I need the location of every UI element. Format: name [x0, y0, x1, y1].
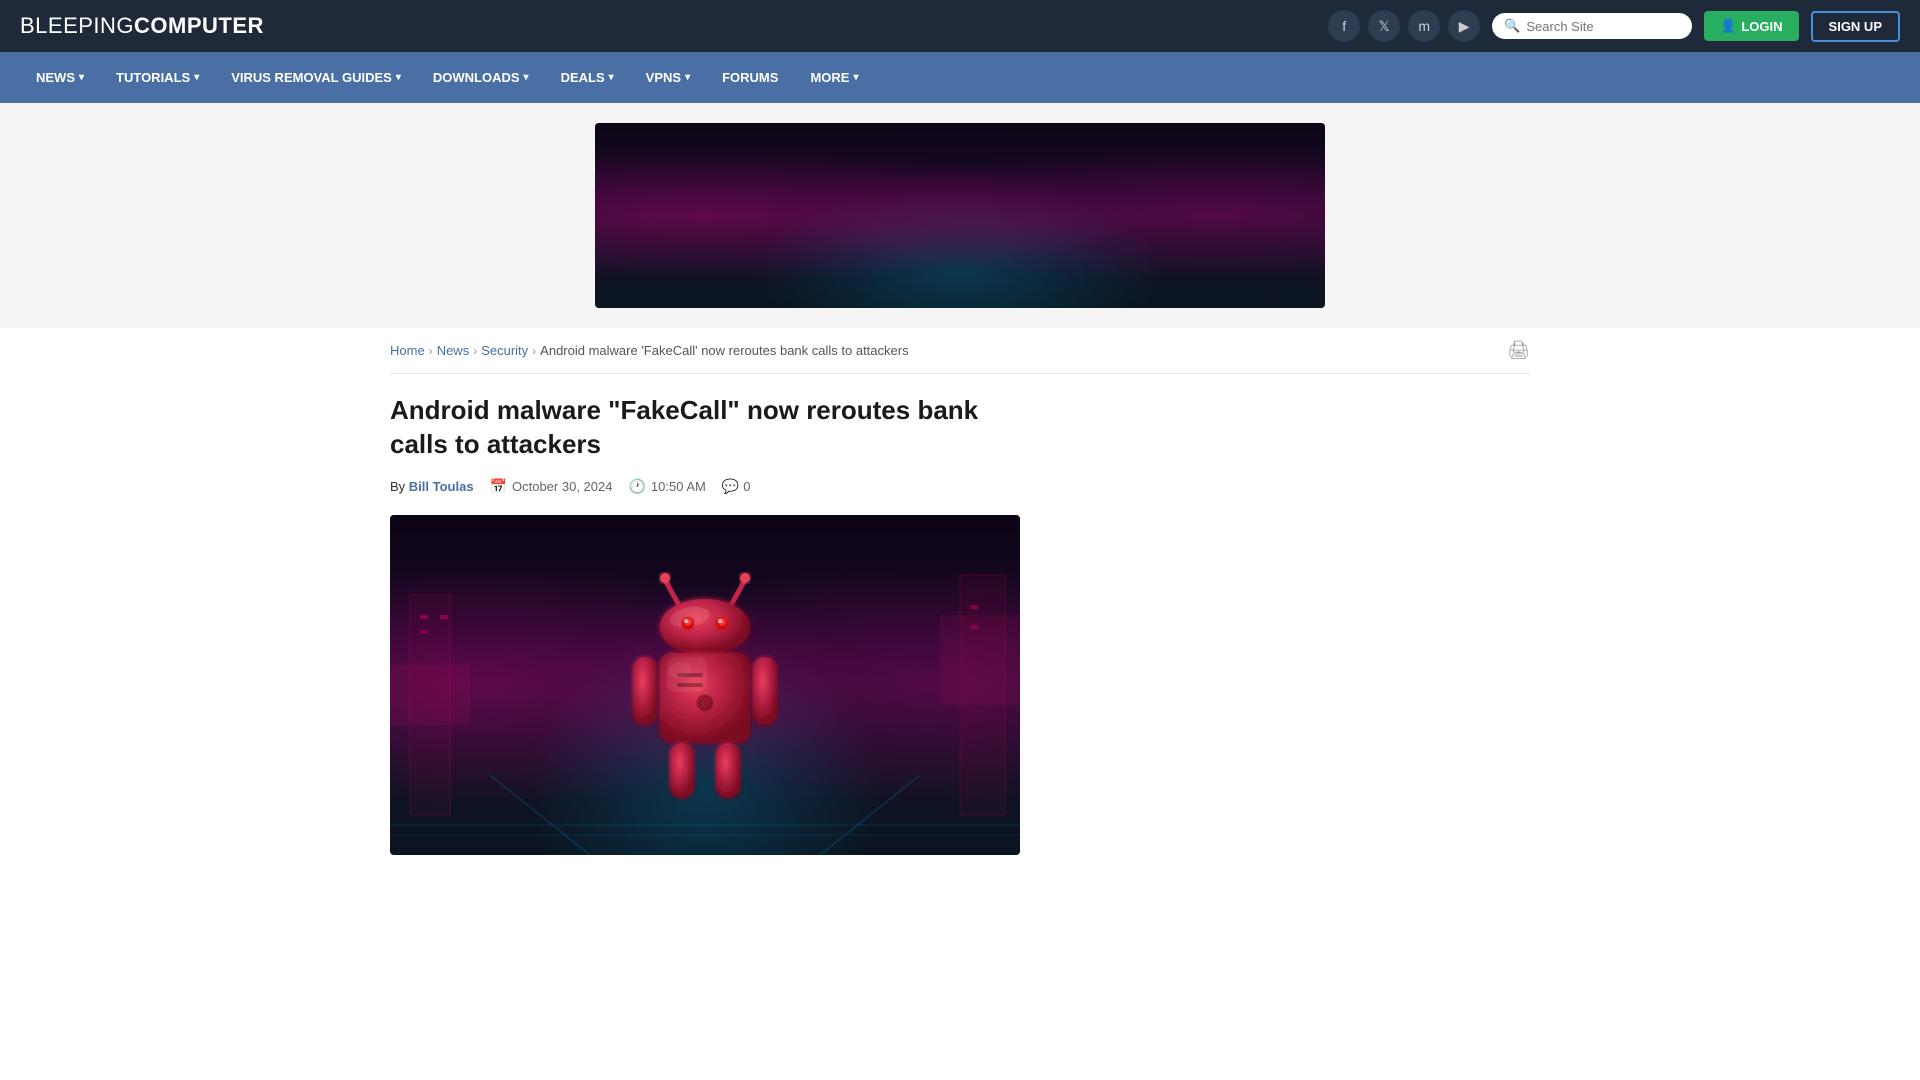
user-icon: 👤 [1720, 18, 1736, 34]
article-date: 📅 October 30, 2024 [490, 478, 613, 495]
site-logo[interactable]: BLEEPINGCOMPUTER [20, 13, 264, 39]
clock-icon: 🕐 [628, 478, 645, 495]
breadcrumb-separator: › [429, 344, 433, 358]
login-button[interactable]: 👤 LOGIN [1704, 11, 1798, 41]
article-main: Android malware "FakeCall" now reroutes … [390, 394, 1020, 855]
search-input[interactable] [1526, 19, 1680, 34]
youtube-icon[interactable]: ▶ [1448, 10, 1480, 42]
article-image [390, 515, 1020, 855]
chevron-down-icon: ▾ [853, 72, 858, 83]
article-comments[interactable]: 💬 0 [722, 478, 751, 495]
article-sidebar [1050, 394, 1530, 855]
breadcrumb-security[interactable]: Security [481, 343, 528, 358]
content-area: Home › News › Security › Android malware… [370, 328, 1550, 855]
article-author: By Bill Toulas [390, 479, 474, 494]
logo-bold: COMPUTER [134, 13, 264, 38]
nav-label-news: NEWS [36, 70, 75, 85]
calendar-icon: 📅 [490, 478, 507, 495]
chevron-down-icon: ▾ [194, 72, 199, 83]
nav-label-tutorials: TUTORIALS [116, 70, 190, 85]
breadcrumb-current: Android malware 'FakeCall' now reroutes … [540, 343, 908, 358]
nav-item-more[interactable]: MORE ▾ [794, 52, 874, 103]
chevron-down-icon: ▾ [609, 72, 614, 83]
chevron-down-icon: ▾ [79, 72, 84, 83]
author-link[interactable]: Bill Toulas [409, 479, 474, 494]
login-label: LOGIN [1741, 19, 1782, 34]
social-icons: f 𝕏 m ▶ [1328, 10, 1480, 42]
nav-label-deals: DEALS [561, 70, 605, 85]
breadcrumb-news[interactable]: News [437, 343, 470, 358]
article-hero-image [595, 555, 815, 815]
nav-item-vpns[interactable]: VPNS ▾ [630, 52, 706, 103]
ad-banner[interactable]: THREATLOCKER® ZERO TRUST WORLD HACKING L… [595, 123, 1325, 308]
nav-item-downloads[interactable]: DOWNLOADS ▾ [417, 52, 545, 103]
breadcrumb-separator: › [473, 344, 477, 358]
breadcrumb-left: Home › News › Security › Android malware… [390, 343, 909, 358]
nav-label-more: MORE [810, 70, 849, 85]
nav-label-virus: VIRUS REMOVAL GUIDES [231, 70, 392, 85]
search-icon: 🔍 [1504, 18, 1520, 34]
chevron-down-icon: ▾ [524, 72, 529, 83]
nav-item-forums[interactable]: FORUMS [706, 52, 794, 103]
comment-icon: 💬 [722, 478, 739, 495]
chevron-down-icon: ▾ [685, 72, 690, 83]
nav-label-forums: FORUMS [722, 70, 778, 85]
site-header: BLEEPINGCOMPUTER f 𝕏 m ▶ 🔍 👤 LOGIN SIGN … [0, 0, 1920, 52]
print-icon[interactable]: 🖨 [1507, 340, 1530, 361]
article-layout: Android malware "FakeCall" now reroutes … [390, 394, 1530, 855]
twitter-icon[interactable]: 𝕏 [1368, 10, 1400, 42]
header-right: f 𝕏 m ▶ 🔍 👤 LOGIN SIGN UP [1328, 10, 1900, 42]
chevron-down-icon: ▾ [396, 72, 401, 83]
nav-item-tutorials[interactable]: TUTORIALS ▾ [100, 52, 215, 103]
nav-item-deals[interactable]: DEALS ▾ [545, 52, 630, 103]
article-title: Android malware "FakeCall" now reroutes … [390, 394, 1020, 462]
main-nav: NEWS ▾ TUTORIALS ▾ VIRUS REMOVAL GUIDES … [0, 52, 1920, 103]
article-time: 🕐 10:50 AM [628, 478, 705, 495]
search-bar: 🔍 [1492, 13, 1692, 39]
article-meta: By Bill Toulas 📅 October 30, 2024 🕐 10:5… [390, 478, 1020, 495]
facebook-icon[interactable]: f [1328, 10, 1360, 42]
mastodon-icon[interactable]: m [1408, 10, 1440, 42]
nav-label-vpns: VPNS [646, 70, 681, 85]
breadcrumb: Home › News › Security › Android malware… [390, 328, 1530, 374]
breadcrumb-home[interactable]: Home [390, 343, 425, 358]
nav-item-virus[interactable]: VIRUS REMOVAL GUIDES ▾ [215, 52, 417, 103]
nav-label-downloads: DOWNLOADS [433, 70, 520, 85]
nav-item-news[interactable]: NEWS ▾ [20, 52, 100, 103]
breadcrumb-separator: › [532, 344, 536, 358]
logo-normal: BLEEPING [20, 13, 134, 38]
signup-button[interactable]: SIGN UP [1811, 11, 1900, 42]
